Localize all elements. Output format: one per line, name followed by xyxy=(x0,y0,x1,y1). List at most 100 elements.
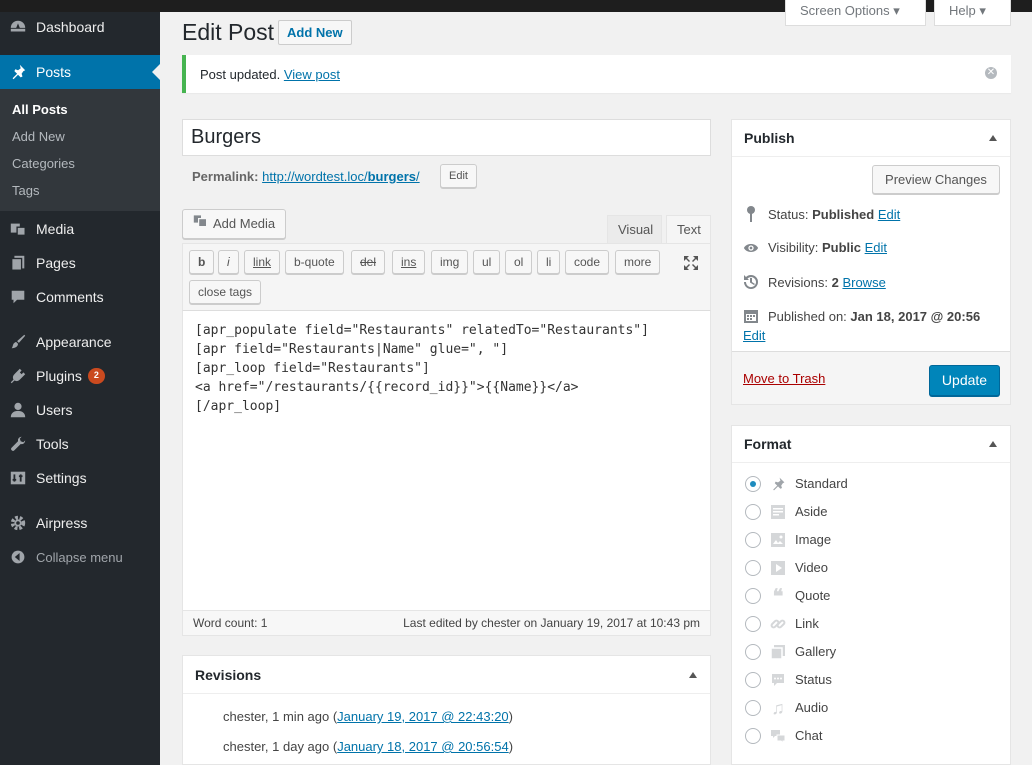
revision-author: chester, 1 day ago ( xyxy=(223,739,338,754)
visibility-label: Visibility: xyxy=(768,240,819,255)
pushpin-icon xyxy=(769,475,787,493)
divider xyxy=(732,462,1010,463)
menu-airpress[interactable]: Airpress xyxy=(0,506,160,540)
chat-icon xyxy=(769,727,787,745)
posts-submenu: All Posts Add New Categories Tags xyxy=(0,89,160,211)
permalink-label: Permalink: xyxy=(192,169,259,184)
menu-plugins[interactable]: Plugins 2 xyxy=(0,359,160,393)
qt-code-button[interactable]: code xyxy=(565,250,610,274)
menu-comments[interactable]: Comments xyxy=(0,280,160,314)
qt-bquote-button[interactable]: b-quote xyxy=(285,250,344,274)
format-heading: Format xyxy=(744,436,792,452)
revision-link[interactable]: January 19, 2017 @ 22:43:20 xyxy=(337,709,509,724)
format-radio-gallery[interactable] xyxy=(745,644,761,660)
move-to-trash-link[interactable]: Move to Trash xyxy=(743,371,825,386)
menu-dashboard[interactable]: Dashboard xyxy=(0,10,160,44)
format-label-status: Status xyxy=(795,672,832,687)
menu-posts[interactable]: Posts xyxy=(0,55,160,89)
status-label: Status: xyxy=(768,206,809,222)
post-title-input[interactable]: Burgers xyxy=(182,119,711,156)
dismiss-icon[interactable]: ✕ xyxy=(985,67,997,79)
qt-ul-button[interactable]: ul xyxy=(473,250,501,274)
qt-li-button[interactable]: li xyxy=(537,250,561,274)
update-button[interactable]: Update xyxy=(929,365,1000,396)
publish-heading: Publish xyxy=(744,130,795,146)
aside-icon xyxy=(769,503,787,521)
help-button[interactable]: Help ▾ xyxy=(934,0,1011,26)
format-radio-video[interactable] xyxy=(745,560,761,576)
format-radio-aside[interactable] xyxy=(745,504,761,520)
permalink-edit-button[interactable]: Edit xyxy=(440,164,477,188)
qt-more-button[interactable]: more xyxy=(615,250,661,274)
qt-img-button[interactable]: img xyxy=(431,250,469,274)
toggle-arrow-icon[interactable] xyxy=(989,441,997,447)
fullscreen-icon[interactable] xyxy=(683,255,699,274)
view-post-link[interactable]: View post xyxy=(284,67,340,82)
menu-appearance[interactable]: Appearance xyxy=(0,325,160,359)
visibility-row: Visibility: Public Edit xyxy=(743,240,887,255)
pushpin-icon xyxy=(8,62,28,82)
qt-ol-button[interactable]: ol xyxy=(505,250,533,274)
revision-item: chester, 1 day ago (January 18, 2017 @ 2… xyxy=(223,739,513,754)
permalink-trail: / xyxy=(416,169,420,184)
status-edit-link[interactable]: Edit xyxy=(878,207,900,222)
format-radio-audio[interactable] xyxy=(745,700,761,716)
menu-collapse[interactable]: Collapse menu xyxy=(0,540,160,574)
menu-media[interactable]: Media xyxy=(0,212,160,246)
revisions-label: Revisions: xyxy=(768,274,828,290)
format-radio-chat[interactable] xyxy=(745,728,761,744)
qt-close-tags-button[interactable]: close tags xyxy=(189,280,262,304)
screen-options-button[interactable]: Screen Options ▾ xyxy=(785,0,926,26)
visibility-edit-link[interactable]: Edit xyxy=(865,240,887,255)
format-label-standard: Standard xyxy=(795,476,848,491)
submenu-categories[interactable]: Categories xyxy=(12,156,75,171)
menu-label: Tools xyxy=(36,436,69,452)
pin-icon xyxy=(743,206,759,222)
paintbrush-icon xyxy=(8,332,28,352)
published-on-row: Published on: Jan 18, 2017 @ 20:56 xyxy=(743,308,980,324)
settings-icon xyxy=(8,468,28,488)
browse-link[interactable]: Browse xyxy=(842,275,885,290)
published-edit-link[interactable]: Edit xyxy=(743,328,765,343)
word-count: Word count: 1 xyxy=(193,616,268,630)
format-label-chat: Chat xyxy=(795,728,823,743)
menu-users[interactable]: Users xyxy=(0,393,160,427)
eye-icon xyxy=(743,242,759,254)
toggle-arrow-icon[interactable] xyxy=(989,135,997,141)
toggle-arrow-icon[interactable] xyxy=(689,672,697,678)
format-radio-quote[interactable] xyxy=(745,588,761,604)
menu-tools[interactable]: Tools xyxy=(0,427,160,461)
format-radio-image[interactable] xyxy=(745,532,761,548)
dashboard-icon xyxy=(8,17,28,37)
menu-settings[interactable]: Settings xyxy=(0,461,160,495)
submenu-add-new[interactable]: Add New xyxy=(12,129,65,144)
add-new-button[interactable]: Add New xyxy=(278,20,352,45)
format-radio-status[interactable] xyxy=(745,672,761,688)
menu-pages[interactable]: Pages xyxy=(0,246,160,280)
preview-changes-button[interactable]: Preview Changes xyxy=(872,165,1000,194)
menu-label: Airpress xyxy=(36,515,88,531)
tab-visual[interactable]: Visual xyxy=(607,215,662,244)
visibility-value: Public xyxy=(821,240,861,255)
users-icon xyxy=(8,400,28,420)
add-media-button[interactable]: Add Media xyxy=(182,209,287,239)
qt-ins-button[interactable]: ins xyxy=(392,250,426,274)
qt-i-button[interactable]: i xyxy=(218,250,239,274)
submenu-tags[interactable]: Tags xyxy=(12,183,39,198)
tab-text[interactable]: Text xyxy=(666,215,711,244)
qt-link-button[interactable]: link xyxy=(244,250,281,274)
format-radio-standard[interactable] xyxy=(745,476,761,492)
notice-text: Post updated. View post xyxy=(200,67,340,82)
format-box: Format Standard Aside Image Video ❝ Quot… xyxy=(731,425,1011,765)
permalink-link[interactable]: http://wordtest.loc/burgers/ xyxy=(262,169,420,184)
menu-label: Comments xyxy=(36,289,104,305)
qt-b-button[interactable]: b xyxy=(189,250,215,274)
format-radio-link[interactable] xyxy=(745,616,761,632)
gear-icon xyxy=(8,513,28,533)
submenu-all-posts[interactable]: All Posts xyxy=(12,102,68,117)
revision-link[interactable]: January 18, 2017 @ 20:56:54 xyxy=(337,739,509,754)
qt-del-button[interactable]: del xyxy=(351,250,386,274)
editor-textarea[interactable]: [apr_populate field="Restaurants" relate… xyxy=(195,321,649,416)
audio-icon: ♫ xyxy=(771,697,785,718)
editor-status-bar: Word count: 1 Last edited by chester on … xyxy=(182,610,711,636)
